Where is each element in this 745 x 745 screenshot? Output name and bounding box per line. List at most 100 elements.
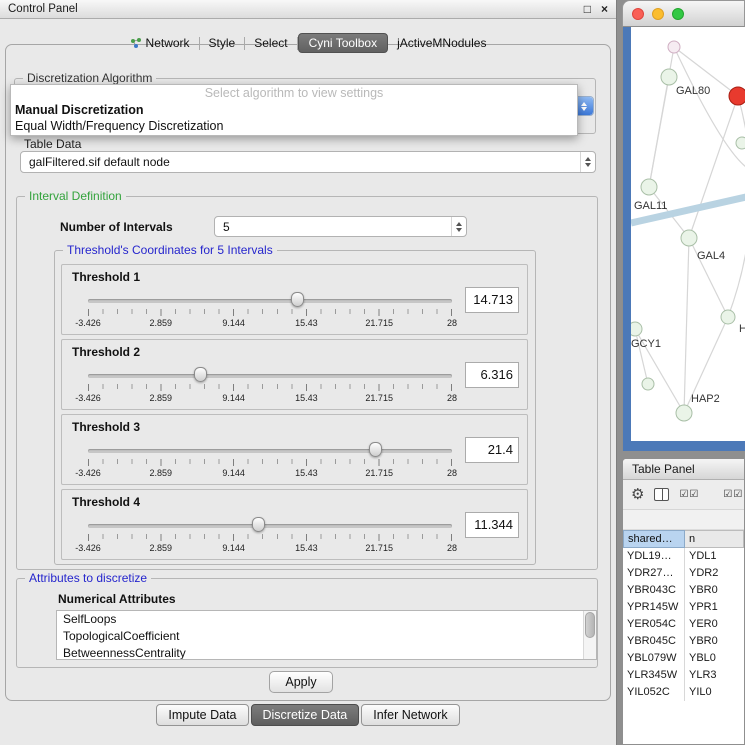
table-cell: YBR045C (623, 633, 685, 650)
numerical-attributes-list[interactable]: SelfLoopsTopologicalCoefficientBetweenne… (56, 610, 597, 660)
bottom-tab-bar: Impute DataDiscretize DataInfer Network (0, 704, 616, 726)
table-row[interactable]: YER054CYER0 (623, 616, 744, 633)
slider-thumb[interactable] (252, 517, 265, 532)
network-node[interactable] (729, 87, 745, 105)
dropdown-placeholder: Select algorithm to view settings (11, 85, 577, 102)
dropdown-item-equal-width-frequency-discretization[interactable]: Equal Width/Frequency Discretization (11, 118, 577, 134)
close-traffic-light[interactable] (632, 8, 644, 20)
network-node[interactable] (736, 137, 745, 149)
node-label: GAL80 (676, 85, 710, 97)
threshold-value-field[interactable]: 21.4 (465, 437, 519, 463)
table-row[interactable]: YLR345WYLR3 (623, 667, 744, 684)
network-edge[interactable] (728, 96, 745, 317)
threshold-slider[interactable]: -3.4262.8599.14415.4321.71528 (88, 366, 452, 406)
slider-track[interactable] (88, 449, 452, 453)
threshold-value-field[interactable]: 11.344 (465, 512, 519, 538)
scale-label: 9.144 (222, 393, 245, 403)
table-grid[interactable]: YDL19…YDL1YDR27…YDR2YBR043CYBR0YPR145WYP… (623, 548, 744, 744)
table-row[interactable]: YDR27…YDR2 (623, 565, 744, 582)
slider-major-ticks (88, 309, 452, 316)
attributes-group-title: Attributes to discretize (25, 571, 151, 585)
network-node-hap2[interactable] (676, 405, 692, 421)
scale-label: 9.144 (222, 468, 245, 478)
table-row[interactable]: YBR043CYBR0 (623, 582, 744, 599)
threshold-value-field[interactable]: 6.316 (465, 362, 519, 388)
table-cell: YDR27… (623, 565, 685, 582)
slider-track[interactable] (88, 524, 452, 528)
network-node-gal11[interactable] (641, 179, 657, 195)
network-node-gal80[interactable] (661, 69, 677, 85)
tab-select[interactable]: Select (245, 33, 296, 53)
tab-cyni-toolbox[interactable]: Cyni Toolbox (298, 33, 388, 53)
columns-icon[interactable] (654, 488, 669, 501)
threshold-label: Threshold 1 (72, 270, 140, 284)
network-edge[interactable] (689, 96, 738, 238)
combo-stepper-icon[interactable] (580, 152, 595, 172)
scale-label: 15.43 (295, 318, 318, 328)
tab-jactivemnodules[interactable]: jActiveMNodules (388, 33, 495, 53)
table-data-value: galFiltered.sif default node (21, 155, 580, 169)
zoom-traffic-light[interactable] (672, 8, 684, 20)
table-panel-titlebar: Table Panel (623, 459, 744, 480)
network-graph[interactable]: GAL80GAL11GAL4GCY1HHAP2 (631, 27, 745, 441)
tab-network[interactable]: Network (121, 33, 199, 53)
dropdown-item-manual-discretization[interactable]: Manual Discretization (11, 102, 577, 118)
slider-thumb[interactable] (194, 367, 207, 382)
list-item-selfloops[interactable]: SelfLoops (57, 611, 596, 628)
threshold-slider[interactable]: -3.4262.8599.14415.4321.71528 (88, 516, 452, 556)
thresholds-container: Threshold 1 -3.4262.8599.14415.4321.71528… (61, 264, 528, 564)
network-window-titlebar[interactable] (622, 0, 745, 27)
table-cell: YPR145W (623, 599, 685, 616)
table-row[interactable]: YBL079WYBL0 (623, 650, 744, 667)
table-row[interactable]: YBR045CYBR0 (623, 633, 744, 650)
tab-discretize-data[interactable]: Discretize Data (251, 704, 360, 726)
threshold-label: Threshold 3 (72, 420, 140, 434)
gear-icon[interactable]: ⚙ (631, 487, 644, 502)
list-item-topologicalcoefficient[interactable]: TopologicalCoefficient (57, 628, 596, 645)
slider-major-ticks (88, 384, 452, 391)
table-row[interactable]: YDL19…YDL1 (623, 548, 744, 565)
interval-definition-title: Interval Definition (25, 189, 126, 203)
network-node-h[interactable] (721, 310, 735, 324)
slider-thumb[interactable] (369, 442, 382, 457)
threshold-slider[interactable]: -3.4262.8599.14415.4321.71528 (88, 291, 452, 331)
slider-track[interactable] (88, 374, 452, 378)
table-row[interactable]: YIL052CYIL0 (623, 684, 744, 701)
threshold-label: Threshold 4 (72, 495, 140, 509)
slider-thumb[interactable] (291, 292, 304, 307)
close-icon[interactable]: × (601, 3, 608, 15)
scrollbar-thumb[interactable] (585, 612, 595, 638)
table-data-combobox[interactable]: galFiltered.sif default node (20, 151, 596, 173)
table-cell: YBR043C (623, 582, 685, 599)
network-canvas[interactable]: GAL80GAL11GAL4GCY1HHAP2 (631, 27, 745, 441)
network-edge[interactable] (684, 238, 689, 413)
checkbox-icons[interactable]: ☑☑ (679, 489, 699, 500)
table-row[interactable]: YPR145WYPR1 (623, 599, 744, 616)
threshold-slider[interactable]: -3.4262.8599.14415.4321.71528 (88, 441, 452, 481)
network-node[interactable] (642, 378, 654, 390)
tab-style[interactable]: Style (200, 33, 245, 53)
column-header-n[interactable]: n (685, 530, 744, 548)
checkbox-icons[interactable]: ☑☑ (723, 489, 743, 500)
combo-stepper-icon[interactable] (451, 217, 466, 236)
threshold-value-field[interactable]: 14.713 (465, 287, 519, 313)
network-edge[interactable] (649, 77, 669, 187)
column-header-shared-[interactable]: shared… (623, 530, 685, 548)
minimize-traffic-light[interactable] (652, 8, 664, 20)
tab-impute-data[interactable]: Impute Data (156, 704, 248, 726)
tab-infer-network[interactable]: Infer Network (361, 704, 459, 726)
num-intervals-combobox[interactable]: 5 (214, 216, 467, 237)
slider-track[interactable] (88, 299, 452, 303)
float-window-icon[interactable]: □ (584, 3, 591, 15)
list-scrollbar[interactable] (583, 611, 596, 659)
network-node[interactable] (668, 41, 680, 53)
table-cell: YLR3 (685, 667, 744, 684)
network-node-gcy1[interactable] (631, 322, 642, 336)
list-item-betweennesscentrality[interactable]: BetweennessCentrality (57, 645, 596, 660)
table-cell: YDR2 (685, 565, 744, 582)
apply-button[interactable]: Apply (269, 671, 333, 693)
network-node-gal4[interactable] (681, 230, 697, 246)
scale-label: -3.426 (75, 393, 101, 403)
table-cell: YPR1 (685, 599, 744, 616)
slider-scale-labels: -3.4262.8599.14415.4321.71528 (88, 468, 452, 478)
